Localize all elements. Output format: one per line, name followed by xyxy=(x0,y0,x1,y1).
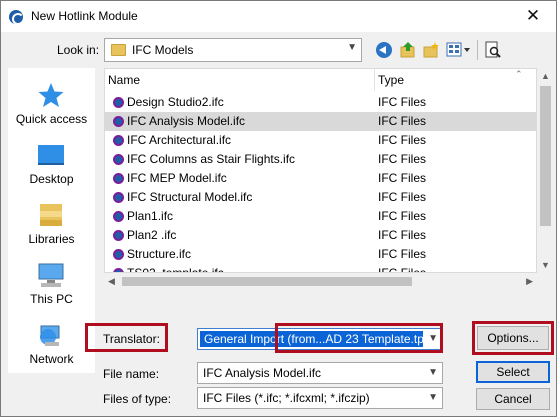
column-header-name[interactable]: Name xyxy=(108,69,375,91)
file-row[interactable]: IFC Architectural.ifc IFC Files xyxy=(105,131,536,150)
file-rows: Design Studio2.ifc IFC Files IFC Analysis… xyxy=(105,93,536,273)
file-type: IFC Files xyxy=(378,247,426,261)
file-row[interactable]: Plan1.ifc IFC Files xyxy=(105,207,536,226)
ifc-file-icon xyxy=(113,173,124,184)
file-row[interactable]: IFC Structural Model.ifc IFC Files xyxy=(105,188,536,207)
new-folder-icon[interactable] xyxy=(422,41,440,59)
app-icon xyxy=(9,10,24,25)
star-icon xyxy=(37,82,65,108)
file-name: Structure.ifc xyxy=(127,247,192,261)
file-type: IFC Files xyxy=(378,152,426,166)
file-name-value: IFC Analysis Model.ifc xyxy=(203,366,322,380)
file-name-label: File name: xyxy=(103,367,160,381)
ifc-file-icon xyxy=(113,97,124,108)
vertical-scroll-thumb[interactable] xyxy=(540,86,551,226)
place-label: This PC xyxy=(30,292,73,306)
preview-icon[interactable] xyxy=(484,41,502,59)
file-name: IFC MEP Model.ifc xyxy=(127,171,227,185)
file-name: TS02_template.ifc xyxy=(127,266,224,273)
horizontal-scrollbar[interactable]: ◀ ▶ xyxy=(104,273,537,290)
file-name: Design Studio2.ifc xyxy=(127,95,224,109)
file-row[interactable]: Structure.ifc IFC Files xyxy=(105,245,536,264)
view-menu-icon[interactable] xyxy=(446,41,472,59)
close-button[interactable]: ✕ xyxy=(510,1,556,32)
file-type-dropdown[interactable]: IFC Files (*.ifc; *.ifcxml; *.ifczip) ▼ xyxy=(197,387,443,409)
file-type-value: IFC Files (*.ifc; *.ifcxml; *.ifczip) xyxy=(203,391,370,405)
place-label: Desktop xyxy=(29,172,74,186)
scroll-down-icon[interactable]: ▼ xyxy=(541,260,550,270)
network-icon xyxy=(37,322,65,348)
file-type: IFC Files xyxy=(378,228,426,242)
file-name: IFC Columns as Stair Flights.ifc xyxy=(127,152,296,166)
file-row[interactable]: IFC MEP Model.ifc IFC Files xyxy=(105,169,536,188)
places-bar: Quick access Desktop Libraries This PC N… xyxy=(8,68,95,373)
title-bar: New Hotlink Module ✕ xyxy=(1,1,556,32)
toolbar-divider xyxy=(477,40,478,60)
file-name: IFC Analysis Model.ifc xyxy=(127,114,246,128)
ifc-file-icon xyxy=(113,116,124,127)
file-row[interactable]: Plan2 .ifc IFC Files xyxy=(105,226,536,245)
place-network[interactable]: Network xyxy=(8,314,95,374)
ifc-file-icon xyxy=(113,249,124,260)
back-icon[interactable] xyxy=(376,42,392,58)
up-folder-icon[interactable] xyxy=(399,41,417,59)
file-row-selected[interactable]: IFC Analysis Model.ifc IFC Files xyxy=(105,112,536,131)
scroll-right-icon[interactable]: ▶ xyxy=(526,276,533,287)
file-type: IFC Files xyxy=(378,209,426,223)
folder-icon xyxy=(111,44,126,56)
translator-label: Translator: xyxy=(103,332,160,346)
file-type: IFC Files xyxy=(378,95,426,109)
file-name: Plan1.ifc xyxy=(127,209,174,223)
ifc-file-icon xyxy=(113,154,124,165)
file-row[interactable]: Design Studio2.ifc IFC Files xyxy=(105,93,536,112)
place-quick-access[interactable]: Quick access xyxy=(8,74,95,134)
place-libraries[interactable]: Libraries xyxy=(8,194,95,254)
sort-caret-icon: ⌃ xyxy=(515,69,523,79)
place-this-pc[interactable]: This PC xyxy=(8,254,95,314)
desktop-icon xyxy=(37,142,65,168)
options-button[interactable]: Options... xyxy=(477,326,549,350)
file-type: IFC Files xyxy=(378,114,426,128)
column-header-type[interactable]: Type xyxy=(378,69,528,91)
computer-icon xyxy=(37,262,65,288)
look-in-label: Look in: xyxy=(57,43,100,57)
file-type: IFC Files xyxy=(378,190,426,204)
libraries-icon xyxy=(37,202,65,228)
ifc-file-icon xyxy=(113,211,124,222)
place-label: Quick access xyxy=(15,112,88,126)
ifc-file-icon xyxy=(113,230,124,241)
chevron-down-icon: ▼ xyxy=(347,42,357,53)
vertical-scrollbar[interactable]: ▲ ▼ xyxy=(537,68,554,273)
place-label: Libraries xyxy=(28,232,75,246)
scroll-left-icon[interactable]: ◀ xyxy=(108,276,115,287)
file-name: IFC Structural Model.ifc xyxy=(127,190,253,204)
file-name: Plan2 .ifc xyxy=(127,228,177,242)
window-title: New Hotlink Module xyxy=(31,9,138,23)
look-in-value: IFC Models xyxy=(132,43,194,57)
ifc-file-icon xyxy=(113,135,124,146)
place-desktop[interactable]: Desktop xyxy=(8,134,95,194)
look-in-dropdown[interactable]: IFC Models ▼ xyxy=(104,38,362,62)
cancel-button[interactable]: Cancel xyxy=(476,388,550,410)
file-row[interactable]: TS02_template.ifc IFC Files xyxy=(105,264,536,273)
scroll-corner xyxy=(537,273,554,290)
chevron-down-icon: ▼ xyxy=(428,367,438,378)
scroll-up-icon[interactable]: ▲ xyxy=(541,71,550,81)
select-button[interactable]: Select xyxy=(476,361,550,383)
file-type-label: Files of type: xyxy=(103,392,172,406)
file-name-field[interactable]: IFC Analysis Model.ifc ▼ xyxy=(197,362,443,384)
dialog-window: New Hotlink Module ✕ Look in: IFC Models… xyxy=(0,0,557,417)
chevron-down-icon: ▼ xyxy=(428,392,438,403)
translator-value-highlight xyxy=(275,323,443,353)
file-type: IFC Files xyxy=(378,133,426,147)
file-list[interactable]: Name Type ⌃ Design Studio2.ifc IFC Files … xyxy=(104,68,537,273)
ifc-file-icon xyxy=(113,192,124,203)
file-name: IFC Architectural.ifc xyxy=(127,133,232,147)
file-row[interactable]: IFC Columns as Stair Flights.ifc IFC File… xyxy=(105,150,536,169)
file-type: IFC Files xyxy=(378,266,426,273)
place-label: Network xyxy=(29,352,74,366)
horizontal-scroll-thumb[interactable] xyxy=(122,277,412,286)
file-type: IFC Files xyxy=(378,171,426,185)
